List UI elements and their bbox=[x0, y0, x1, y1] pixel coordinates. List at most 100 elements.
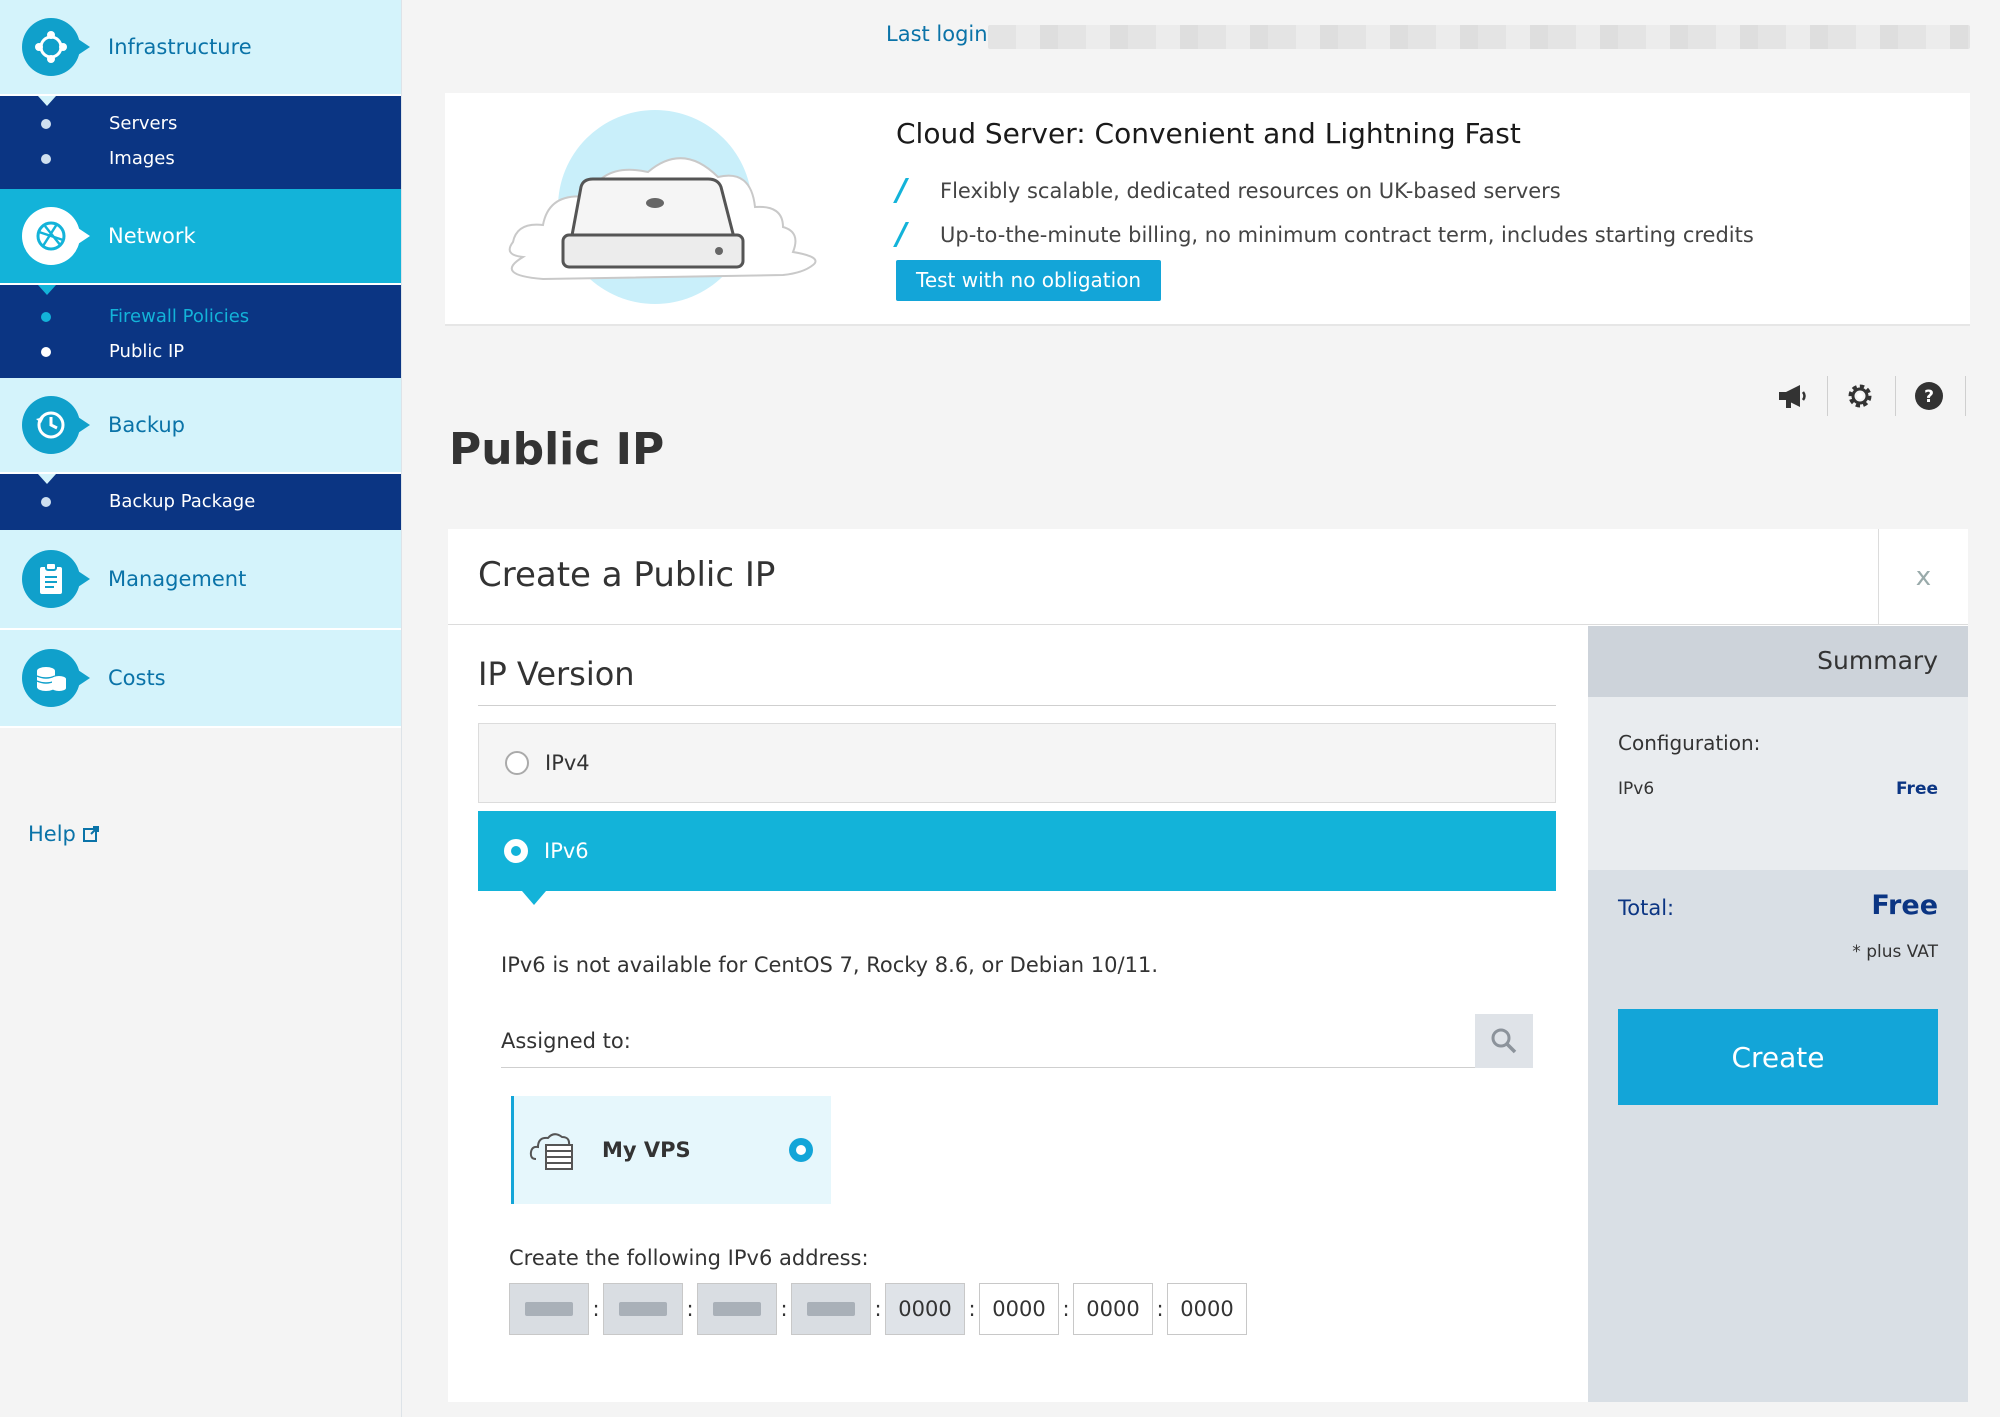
page-title: Public IP bbox=[449, 424, 665, 475]
radio-button[interactable] bbox=[505, 751, 529, 775]
external-link-icon bbox=[82, 826, 99, 842]
sidebar-item-backup-package[interactable]: Backup Package bbox=[0, 484, 401, 519]
summary-title: Summary bbox=[1817, 646, 1938, 675]
ipv6-segment-field: 0000 bbox=[885, 1283, 965, 1335]
option-label: IPv4 bbox=[545, 751, 590, 775]
assigned-to-label: Assigned to: bbox=[501, 1029, 631, 1053]
server-radio-selected[interactable] bbox=[789, 1138, 813, 1162]
configuration-label: Configuration: bbox=[1618, 731, 1761, 755]
sidebar-item-servers[interactable]: Servers bbox=[0, 106, 401, 141]
divider bbox=[501, 1067, 1533, 1068]
toolbar-divider bbox=[1895, 376, 1896, 416]
sidebar-submenu-infrastructure: Servers Images bbox=[0, 96, 401, 189]
sidebar-section-label: Infrastructure bbox=[108, 35, 252, 59]
search-button[interactable] bbox=[1475, 1014, 1533, 1068]
sidebar-item-label: Firewall Policies bbox=[109, 306, 250, 327]
divider bbox=[478, 705, 1556, 706]
help-label: Help bbox=[28, 822, 76, 846]
promo-banner: Cloud Server: Convenient and Lightning F… bbox=[445, 93, 1970, 326]
configuration-name: IPv6 bbox=[1618, 779, 1655, 799]
separator: : bbox=[780, 1297, 788, 1321]
sidebar-item-label: Servers bbox=[109, 113, 178, 134]
sidebar-submenu-network: Firewall Policies Public IP bbox=[0, 285, 401, 378]
ipv6-address-label: Create the following IPv6 address: bbox=[509, 1246, 869, 1270]
ipv6-option[interactable]: IPv6 bbox=[478, 811, 1556, 905]
summary-panel: Summary Configuration: IPv6 Free Total: … bbox=[1588, 626, 1968, 1402]
total-value: Free bbox=[1871, 890, 1938, 921]
announcement-button[interactable] bbox=[1770, 376, 1814, 416]
search-icon bbox=[1491, 1028, 1517, 1054]
summary-configuration: Configuration: IPv6 Free bbox=[1588, 697, 1968, 870]
help-link[interactable]: Help bbox=[28, 822, 100, 846]
sidebar: Infrastructure Servers Images Network Fi… bbox=[0, 0, 402, 1417]
option-label: IPv6 bbox=[544, 839, 589, 863]
question-circle-icon: ? bbox=[1915, 382, 1943, 410]
banner-title: Cloud Server: Convenient and Lightning F… bbox=[896, 117, 1521, 150]
svg-text:?: ? bbox=[1924, 387, 1934, 407]
settings-button[interactable] bbox=[1838, 376, 1882, 416]
separator: : bbox=[1156, 1297, 1164, 1321]
server-option-card[interactable]: My VPS bbox=[511, 1096, 831, 1204]
help-button[interactable]: ? bbox=[1907, 376, 1951, 416]
configuration-price: Free bbox=[1896, 779, 1938, 799]
checkmark-icon: / bbox=[896, 217, 907, 252]
bullet-dot bbox=[41, 346, 51, 357]
sidebar-section-infrastructure[interactable]: Infrastructure bbox=[0, 0, 401, 96]
sidebar-item-label: Public IP bbox=[109, 341, 185, 362]
test-no-obligation-button[interactable]: Test with no obligation bbox=[896, 260, 1162, 301]
ipv6-segment-redacted bbox=[697, 1283, 777, 1335]
radio-button-selected[interactable] bbox=[504, 839, 528, 863]
toolbar-divider bbox=[1965, 376, 1966, 416]
sidebar-item-label: Backup Package bbox=[109, 491, 256, 512]
sidebar-section-label: Management bbox=[108, 567, 247, 591]
backup-clock-icon bbox=[22, 396, 90, 454]
coins-icon bbox=[22, 649, 90, 707]
separator: : bbox=[686, 1297, 694, 1321]
sidebar-section-costs[interactable]: Costs bbox=[0, 630, 401, 728]
ipv6-segment-input[interactable]: 0000 bbox=[1073, 1283, 1153, 1335]
infrastructure-icon bbox=[22, 18, 90, 76]
network-globe-icon bbox=[22, 207, 90, 265]
close-button[interactable]: x bbox=[1878, 529, 1968, 625]
banner-bullet: / Flexibly scalable, dedicated resources… bbox=[896, 173, 1561, 208]
separator: : bbox=[592, 1297, 600, 1321]
create-button[interactable]: Create bbox=[1618, 1009, 1938, 1105]
clipboard-icon bbox=[22, 550, 90, 608]
bullet-dot bbox=[41, 311, 51, 322]
ipv6-address-fields: : : : : 0000 : 0000 : 0000 : 0000 bbox=[509, 1283, 1247, 1335]
checkmark-icon: / bbox=[896, 173, 907, 208]
ipv6-segment-redacted bbox=[603, 1283, 683, 1335]
sidebar-submenu-backup: Backup Package bbox=[0, 474, 401, 530]
ipv6-segment-input[interactable]: 0000 bbox=[979, 1283, 1059, 1335]
ipv4-option[interactable]: IPv4 bbox=[478, 723, 1556, 803]
banner-bullet: / Up-to-the-minute billing, no minimum c… bbox=[896, 217, 1754, 252]
panel-header: Create a Public IP x bbox=[448, 529, 1968, 625]
sidebar-item-label: Images bbox=[109, 148, 175, 169]
ipv6-availability-note: IPv6 is not available for CentOS 7, Rock… bbox=[501, 953, 1158, 977]
sidebar-item-images[interactable]: Images bbox=[0, 141, 401, 176]
banner-bullet-text: Up-to-the-minute billing, no minimum con… bbox=[940, 222, 1754, 247]
separator: : bbox=[1062, 1297, 1070, 1321]
ipv6-segment-redacted bbox=[791, 1283, 871, 1335]
create-public-ip-panel: Create a Public IP x IP Version IPv4 IPv… bbox=[448, 529, 1968, 1402]
cloud-server-icon bbox=[529, 1133, 573, 1170]
sidebar-section-management[interactable]: Management bbox=[0, 530, 401, 630]
sidebar-item-firewall-policies[interactable]: Firewall Policies bbox=[0, 299, 401, 334]
bullet-dot bbox=[41, 118, 51, 129]
last-login-value-redacted bbox=[988, 25, 1970, 49]
ipv6-segment-input[interactable]: 0000 bbox=[1167, 1283, 1247, 1335]
separator: : bbox=[874, 1297, 882, 1321]
separator: : bbox=[968, 1297, 976, 1321]
sidebar-section-label: Backup bbox=[108, 413, 185, 437]
gear-icon bbox=[1848, 384, 1872, 408]
sidebar-section-backup[interactable]: Backup bbox=[0, 378, 401, 474]
megaphone-icon bbox=[1779, 385, 1806, 408]
vat-note: * plus VAT bbox=[1852, 942, 1938, 962]
sidebar-item-public-ip[interactable]: Public IP bbox=[0, 334, 401, 369]
sidebar-section-network[interactable]: Network bbox=[0, 189, 401, 285]
panel-title: Create a Public IP bbox=[478, 555, 776, 595]
bullet-dot bbox=[41, 496, 51, 507]
server-name: My VPS bbox=[602, 1138, 691, 1162]
ipv6-segment-redacted bbox=[509, 1283, 589, 1335]
sidebar-section-label: Network bbox=[108, 224, 196, 248]
